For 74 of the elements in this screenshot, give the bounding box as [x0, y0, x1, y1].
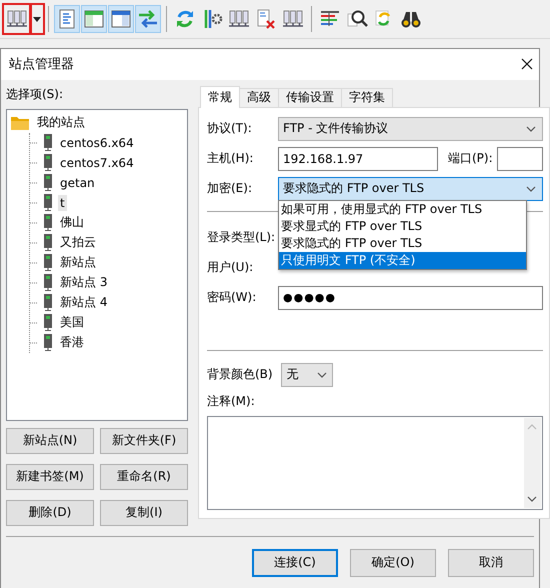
servers-icon [228, 8, 250, 30]
chevron-down-icon [527, 496, 538, 502]
tree-item[interactable]: 美国 [58, 313, 86, 332]
field-label: 端口(P): [448, 150, 493, 168]
tree-item[interactable]: getan [58, 174, 97, 191]
close-icon[interactable] [521, 58, 533, 70]
server-icon [44, 134, 52, 152]
field-label: 协议(T): [207, 120, 253, 138]
chevron-down-icon [526, 186, 536, 192]
site-action-button[interactable]: 删除(D) [6, 500, 94, 526]
site-action-button[interactable]: 重命名(R) [100, 464, 188, 490]
tree-item[interactable]: 又拍云 [58, 233, 98, 252]
server-icon [44, 154, 52, 172]
window-icon [110, 8, 132, 30]
host-field[interactable]: 192.168.1.97 [278, 146, 438, 171]
server-icon [44, 334, 52, 352]
window-icon [83, 8, 105, 30]
field-label: 背景颜色(B) [207, 366, 273, 384]
settings-tab[interactable]: 常规 [200, 86, 240, 108]
server-icon [44, 214, 52, 232]
chevron-up-icon [527, 424, 538, 430]
tree-item[interactable]: t [58, 194, 67, 211]
site-action-button[interactable]: 新站点(N) [6, 428, 94, 454]
swap-arrows-icon [137, 8, 159, 30]
dialog-title: 站点管理器 [9, 56, 74, 74]
field-label: 主机(H): [207, 150, 254, 168]
servers-icon [6, 8, 28, 30]
tree-label: 选择项(S): [6, 86, 64, 103]
server-icon [44, 234, 52, 252]
site-action-button[interactable]: 新文件夹(F) [100, 428, 188, 454]
encryption-select[interactable]: 要求隐式的 FTP over TLS [278, 176, 543, 201]
comments-field[interactable] [207, 416, 543, 510]
toolbar-button[interactable] [31, 5, 43, 33]
chevron-down-icon [526, 126, 536, 132]
password-field[interactable]: ●●●●● [278, 286, 543, 310]
settings-tab[interactable]: 字符集 [341, 88, 393, 108]
field-label: 登录类型(L): [207, 229, 276, 246]
field-label: 密码(W): [207, 289, 258, 306]
site-action-button[interactable]: 复制(I) [100, 500, 188, 526]
field-label: 加密(E): [207, 180, 253, 198]
protocol-select[interactable]: FTP - 文件传输协议 [278, 116, 543, 141]
caret-icon [33, 16, 41, 22]
server-icon [44, 174, 52, 192]
port-field[interactable] [496, 146, 543, 171]
server-icon [44, 294, 52, 312]
tree-item[interactable]: 新站点 3 [58, 273, 110, 292]
chevron-down-icon [316, 372, 327, 378]
dialog-button[interactable]: 确定(O) [350, 548, 436, 577]
tree-item[interactable]: 新站点 [58, 253, 98, 272]
field-label: 用户(U): [207, 259, 254, 276]
dropdown-option[interactable]: 要求隐式的 FTP over TLS [279, 234, 526, 252]
dropdown-option[interactable]: 只使用明文 FTP (不安全) [279, 252, 526, 269]
color-select[interactable]: 无 [280, 362, 333, 387]
dropdown-option[interactable]: 如果可用，使用显式的 FTP over TLS [279, 200, 526, 218]
dialog-button[interactable]: 取消 [448, 548, 534, 577]
server-icon [44, 274, 52, 292]
tree-item[interactable]: centos6.x64 [58, 134, 136, 151]
tree-item[interactable]: 佛山 [58, 213, 86, 232]
scrollbar[interactable] [524, 418, 541, 508]
site-action-button[interactable]: 新建书签(M) [6, 464, 94, 490]
server-icon [44, 194, 52, 212]
file-delete-icon [255, 8, 277, 30]
field-label: 注释(M): [207, 392, 256, 410]
tree-item[interactable]: centos7.x64 [58, 154, 136, 171]
tree-item[interactable]: 新站点 4 [58, 293, 110, 312]
tree-item[interactable]: 我的站点 [35, 113, 87, 132]
dialog-button[interactable]: 连接(C) [252, 548, 338, 577]
toolbar-button[interactable] [4, 5, 30, 33]
dropdown-option[interactable]: 要求显式的 FTP over TLS [279, 218, 526, 235]
tree-item[interactable]: 香港 [58, 333, 86, 352]
server-icon [44, 254, 52, 272]
servers-icon [282, 8, 304, 30]
refresh-icon [174, 8, 196, 30]
server-icon [44, 314, 52, 332]
